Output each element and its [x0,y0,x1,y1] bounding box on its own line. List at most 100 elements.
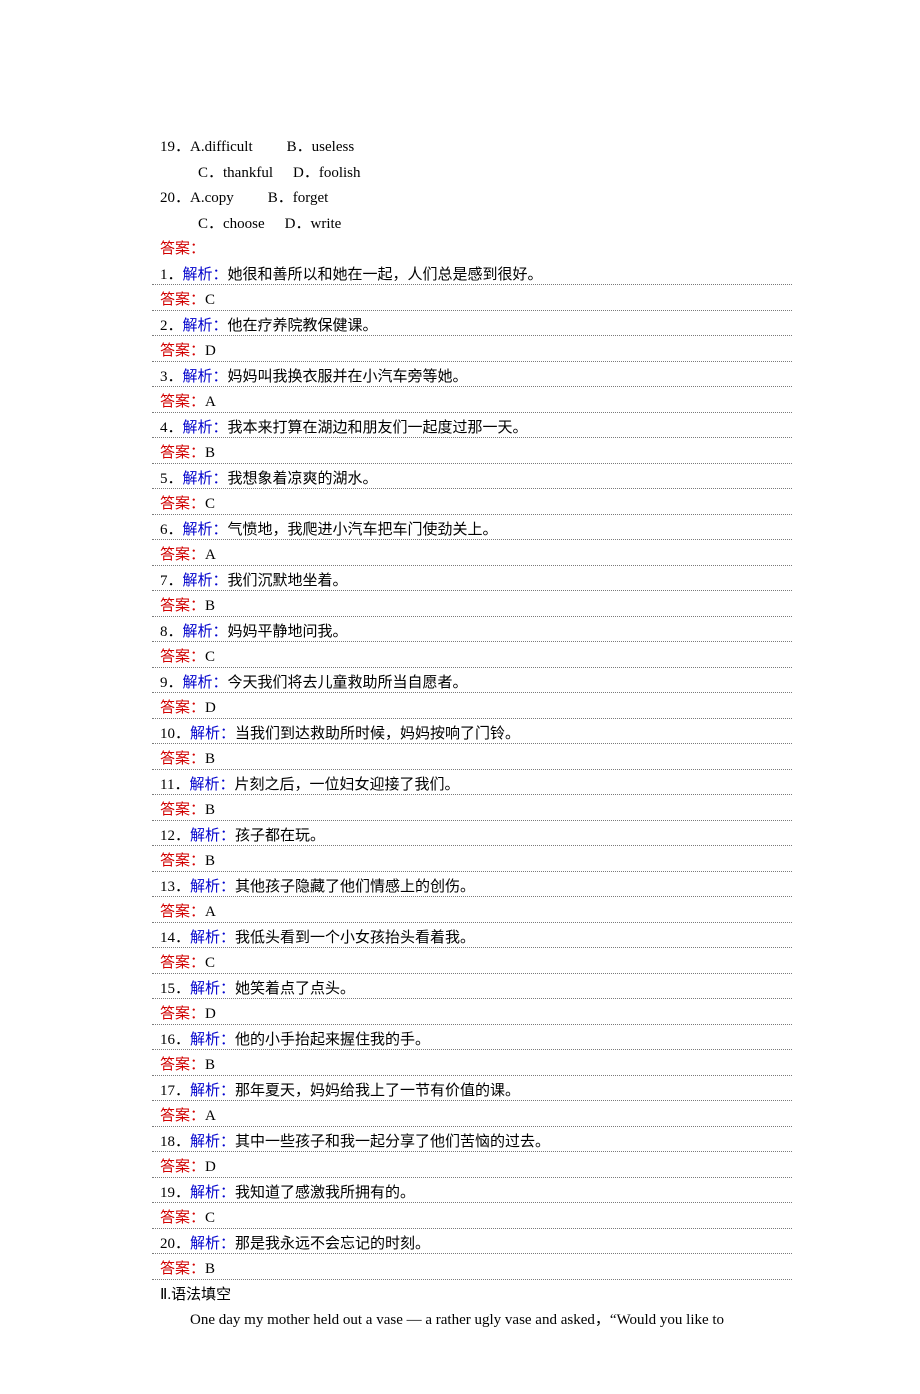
answer-value-text: 答案：B [160,751,215,767]
explanation-label: 解析： [183,522,228,538]
answer-explanation-text: 17．解析：那年夏天，妈妈给我上了一节有价值的课。 [160,1083,520,1099]
answer-letter: D [205,700,216,716]
explanation-text: 我想象着凉爽的湖水。 [228,471,378,487]
answer-letter: C [205,292,215,308]
answer-number: 11． [160,777,189,793]
explanation-text: 那年夏天，妈妈给我上了一节有价值的课。 [235,1083,520,1099]
answer-explanation-row: 9．解析：今天我们将去儿童救助所当自愿者。 [160,671,800,697]
answer-value-text: 答案：C [160,955,215,971]
answer-explanation-row: 4．解析：我本来打算在湖边和朋友们一起度过那一天。 [160,416,800,442]
answer-value-row: 答案：C [160,645,800,671]
explanation-label: 解析： [190,879,235,895]
answer-explanation-row: 6．解析：气愤地，我爬进小汽车把车门使劲关上。 [160,518,800,544]
answer-number: 9． [160,675,183,691]
answer-explanation-row: 14．解析：我低头看到一个小女孩抬头看着我。 [160,926,800,952]
explanation-label: 解析： [183,675,228,691]
answer-letter: B [205,445,215,461]
answer-number: 14． [160,930,190,946]
answer-explanation-row: 13．解析：其他孩子隐藏了他们情感上的创伤。 [160,875,800,901]
explanation-text: 片刻之后，一位妇女迎接了我们。 [234,777,459,793]
answer-value-row: 答案：D [160,339,800,365]
answers-header: 答案： [160,237,800,263]
answer-explanation-row: 20．解析：那是我永远不会忘记的时刻。 [160,1232,800,1258]
answer-explanation-text: 3．解析：妈妈叫我换衣服并在小汽车旁等她。 [160,369,468,385]
question-20-line2: C．chooseD．write [160,212,800,238]
answer-number: 10． [160,726,190,742]
answer-explanation-text: 14．解析：我低头看到一个小女孩抬头看着我。 [160,930,475,946]
answer-label: 答案： [160,700,205,716]
answer-explanation-row: 7．解析：我们沉默地坐着。 [160,569,800,595]
answer-value-row: 答案：C [160,1206,800,1232]
answer-value-text: 答案：B [160,598,215,614]
explanation-label: 解析： [183,318,228,334]
grammar-section-text: Ⅱ.语法填空 [160,1287,231,1303]
answers-list: 1．解析：她很和善所以和她在一起，人们总是感到很好。答案：C2．解析：他在疗养院… [160,263,800,1283]
answer-explanation-text: 16．解析：他的小手抬起来握住我的手。 [160,1032,430,1048]
answer-value-text: 答案：C [160,1210,215,1226]
answer-value-text: 答案：A [160,1108,216,1124]
answer-label: 答案： [160,904,205,920]
answer-explanation-row: 15．解析：她笑着点了点头。 [160,977,800,1003]
answer-number: 7． [160,573,183,589]
answer-label: 答案： [160,1108,205,1124]
explanation-label: 解析： [190,726,235,742]
explanation-label: 解析： [190,1185,235,1201]
answer-number: 6． [160,522,183,538]
answer-explanation-row: 16．解析：他的小手抬起来握住我的手。 [160,1028,800,1054]
answer-value-row: 答案：C [160,288,800,314]
answer-value-row: 答案：B [160,849,800,875]
answer-letter: C [205,1210,215,1226]
answer-letter: D [205,1006,216,1022]
explanation-label: 解析： [190,1083,235,1099]
explanation-label: 解析： [183,624,228,640]
explanation-label: 解析： [190,1134,235,1150]
answer-letter: A [205,1108,216,1124]
answer-letter: D [205,343,216,359]
answer-explanation-row: 19．解析：我知道了感激我所拥有的。 [160,1181,800,1207]
answer-label: 答案： [160,394,205,410]
answer-explanation-text: 10．解析：当我们到达救助所时候，妈妈按响了门铃。 [160,726,520,742]
answer-label: 答案： [160,445,205,461]
explanation-label: 解析： [183,369,228,385]
answer-value-text: 答案：A [160,394,216,410]
explanation-text: 当我们到达救助所时候，妈妈按响了门铃。 [235,726,520,742]
answer-explanation-text: 12．解析：孩子都在玩。 [160,828,325,844]
answer-explanation-row: 5．解析：我想象着凉爽的湖水。 [160,467,800,493]
answer-explanation-row: 11．解析：片刻之后，一位妇女迎接了我们。 [160,773,800,799]
explanation-text: 其他孩子隐藏了他们情感上的创伤。 [235,879,475,895]
answer-value-row: 答案：A [160,390,800,416]
question-number: 20． [160,190,190,206]
answer-letter: B [205,1057,215,1073]
answer-label: 答案： [160,598,205,614]
answer-label: 答案： [160,343,205,359]
answer-explanation-text: 18．解析：其中一些孩子和我一起分享了他们苦恼的过去。 [160,1134,550,1150]
option-a: A.difficult [190,139,253,155]
answers-header-text: 答案： [160,241,205,257]
answer-number: 17． [160,1083,190,1099]
answer-explanation-text: 5．解析：我想象着凉爽的湖水。 [160,471,378,487]
answer-value-text: 答案：C [160,496,215,512]
answer-value-text: 答案：C [160,649,215,665]
answer-explanation-row: 3．解析：妈妈叫我换衣服并在小汽车旁等她。 [160,365,800,391]
answer-value-text: 答案：D [160,1006,216,1022]
answer-letter: B [205,751,215,767]
answer-explanation-row: 8．解析：妈妈平静地问我。 [160,620,800,646]
explanation-label: 解析： [190,930,235,946]
explanation-text: 他在疗养院教保健课。 [228,318,378,334]
answer-number: 5． [160,471,183,487]
answer-letter: B [205,853,215,869]
explanation-label: 解析： [190,1032,235,1048]
answer-value-text: 答案：B [160,1261,215,1277]
answer-label: 答案： [160,751,205,767]
answer-value-text: 答案：B [160,445,215,461]
answer-letter: C [205,955,215,971]
grammar-paragraph: One day my mother held out a vase — a ra… [160,1308,800,1334]
explanation-label: 解析： [183,471,228,487]
explanation-text: 那是我永远不会忘记的时刻。 [235,1236,430,1252]
answer-letter: B [205,802,215,818]
answer-value-row: 答案：B [160,594,800,620]
answer-label: 答案： [160,1210,205,1226]
answer-value-row: 答案：B [160,1053,800,1079]
grammar-paragraph-text: One day my mother held out a vase — a ra… [190,1312,724,1328]
answer-explanation-row: 18．解析：其中一些孩子和我一起分享了他们苦恼的过去。 [160,1130,800,1156]
